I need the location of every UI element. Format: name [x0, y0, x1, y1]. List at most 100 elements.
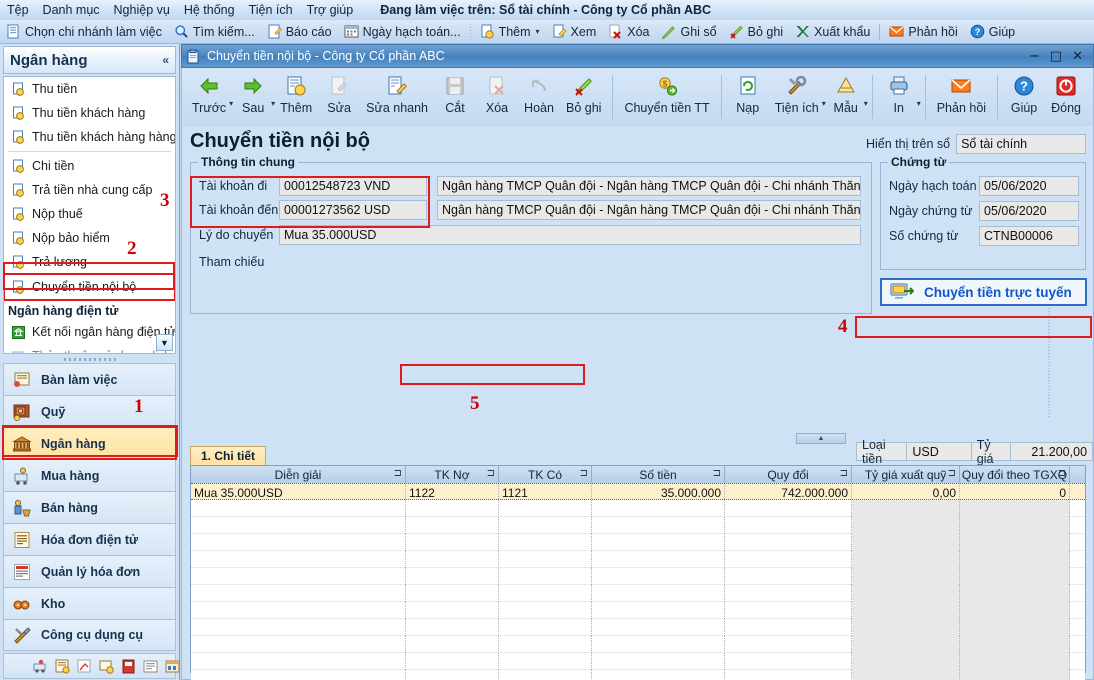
- toolbar-branch-button[interactable]: Chọn chi nhánh làm việc: [0, 20, 168, 44]
- cell-empty[interactable]: [592, 619, 725, 636]
- cell-tk-no[interactable]: 1122: [406, 484, 499, 501]
- tray-icon-7[interactable]: [164, 658, 181, 675]
- chevron-down-icon[interactable]: ▾: [864, 99, 868, 108]
- cell-empty[interactable]: [406, 585, 499, 602]
- toolbar-add-button[interactable]: Thêm ▾: [474, 20, 546, 44]
- toolbar-delete-button[interactable]: Xóa: [602, 20, 655, 44]
- sidebar-item-ket-noi-ngan-hang-dien-tu[interactable]: Kết nối ngân hàng điện tử: [4, 320, 175, 344]
- table-row-empty[interactable]: [191, 585, 1085, 602]
- pin-icon[interactable]: ⊐: [840, 468, 848, 479]
- table-row-empty[interactable]: [191, 619, 1085, 636]
- ribbon-button-bo-ghi[interactable]: Bỏ ghi: [560, 72, 607, 124]
- cell-empty[interactable]: [499, 500, 592, 517]
- table-row-empty[interactable]: [191, 568, 1085, 585]
- pin-icon[interactable]: ⊐: [394, 468, 402, 479]
- sidebar-nav-ban-lam-viec[interactable]: Bàn làm việc: [3, 363, 176, 395]
- menu-item-tro-giup[interactable]: Trợ giúp: [300, 0, 361, 20]
- cell-empty[interactable]: [499, 619, 592, 636]
- cell-empty[interactable]: [725, 500, 852, 517]
- cell-empty[interactable]: [1070, 500, 1085, 517]
- cell-empty[interactable]: [191, 517, 406, 534]
- cell-empty[interactable]: [499, 568, 592, 585]
- chevron-down-icon[interactable]: ▾: [536, 27, 540, 36]
- sidebar-nav-ngan-hang[interactable]: Ngân hàng: [2, 426, 177, 460]
- cell-dien-giai[interactable]: Mua 35.000USD: [191, 484, 406, 501]
- collapse-panel-button[interactable]: ▲: [796, 433, 846, 444]
- ribbon-button-sau[interactable]: Sau ▾: [232, 72, 275, 124]
- cell-empty[interactable]: [499, 602, 592, 619]
- grid-col-so-tien[interactable]: Số tiền ⊐: [592, 466, 725, 483]
- cell-tk-co[interactable]: 1121: [499, 484, 592, 501]
- ribbon-button-giup[interactable]: ? Giúp: [1003, 72, 1045, 124]
- sidebar-item-tra-tien-nha-cung-cap[interactable]: Trả tiền nhà cung cấp: [4, 178, 175, 202]
- ribbon-button-mau[interactable]: Mẫu ▾: [825, 72, 868, 124]
- grid-col-quy-doi[interactable]: Quy đổi ⊐: [725, 466, 852, 483]
- cell-empty[interactable]: [592, 517, 725, 534]
- cell-empty[interactable]: [725, 653, 852, 670]
- cell-empty[interactable]: [960, 551, 1070, 568]
- pin-icon[interactable]: ⊐: [580, 468, 588, 479]
- toolbar-report-button[interactable]: Báo cáo: [261, 20, 338, 44]
- cell-empty[interactable]: [406, 551, 499, 568]
- toolbar-post-button[interactable]: Ghi sổ: [655, 20, 722, 44]
- ribbon-button-nap[interactable]: Nạp: [727, 72, 769, 124]
- cell-empty[interactable]: [191, 619, 406, 636]
- cell-empty[interactable]: [592, 534, 725, 551]
- ribbon-button-tien-ich[interactable]: Tiện ích ▾: [769, 72, 826, 124]
- cell-empty[interactable]: [191, 534, 406, 551]
- tray-icon-5[interactable]: [120, 658, 137, 675]
- cell-empty[interactable]: [960, 500, 1070, 517]
- collapse-sidebar-icon[interactable]: «: [162, 53, 169, 67]
- cell-empty[interactable]: [499, 517, 592, 534]
- cell-empty[interactable]: [499, 534, 592, 551]
- cell-quy-doi-tgxq[interactable]: 0: [960, 484, 1070, 501]
- cell-empty[interactable]: [191, 653, 406, 670]
- toolbar-unpost-button[interactable]: Bỏ ghi: [723, 20, 789, 44]
- tray-icon-3[interactable]: [76, 658, 93, 675]
- grid-col-dien-giai[interactable]: Diễn giải ⊐: [191, 466, 406, 483]
- cell-empty[interactable]: [852, 500, 960, 517]
- toolbar-accounting-date-button[interactable]: Ngày hạch toán...: [338, 20, 467, 44]
- cell-empty[interactable]: [1070, 517, 1085, 534]
- cell-empty[interactable]: [406, 670, 499, 680]
- table-row-empty[interactable]: [191, 636, 1085, 653]
- sidebar-nav-quan-ly-hoa-don[interactable]: Quản lý hóa đơn: [3, 555, 176, 587]
- cell-empty[interactable]: [725, 602, 852, 619]
- sidebar-item-chuyen-tien-noi-bo[interactable]: Chuyển tiền nội bộ: [4, 273, 175, 301]
- tab-chi-tiet[interactable]: 1. Chi tiết: [190, 446, 267, 465]
- cell-empty[interactable]: [852, 534, 960, 551]
- cell-ty-gia-xuat-quy[interactable]: 0,00: [852, 484, 960, 501]
- sidebar-item-thoa-thuan-su-dung-dich-vu[interactable]: Thỏa thuận sử dụng dịch v...: [4, 344, 175, 353]
- cell-empty[interactable]: [406, 602, 499, 619]
- sidebar-scroll-down-button[interactable]: ▼: [156, 334, 173, 351]
- sidebar-nav-kho[interactable]: Kho: [3, 587, 176, 619]
- tray-icon-6[interactable]: [142, 658, 159, 675]
- pin-icon[interactable]: ⊐: [713, 468, 721, 479]
- maximize-button[interactable]: □: [1050, 50, 1062, 63]
- cell-empty[interactable]: [960, 636, 1070, 653]
- cell-empty[interactable]: [191, 636, 406, 653]
- cell-empty[interactable]: [499, 551, 592, 568]
- cell-empty[interactable]: [592, 568, 725, 585]
- sidebar-splitter-grip[interactable]: [6, 356, 173, 363]
- grid-col-tk-no[interactable]: TK Nợ ⊐: [406, 466, 499, 483]
- sidebar-item-tra-luong[interactable]: Trả lương: [4, 250, 175, 274]
- cell-empty[interactable]: [191, 670, 406, 680]
- cell-empty[interactable]: [960, 568, 1070, 585]
- menu-item-danh-muc[interactable]: Danh mục: [36, 0, 107, 20]
- cell-empty[interactable]: [960, 653, 1070, 670]
- sidebar-item-thu-tien-khach-hang[interactable]: Thu tiền khách hàng: [4, 101, 175, 125]
- cell-empty[interactable]: [960, 619, 1070, 636]
- cell-empty[interactable]: [852, 602, 960, 619]
- table-row-empty[interactable]: [191, 517, 1085, 534]
- grid-col-tk-co[interactable]: TK Có ⊐: [499, 466, 592, 483]
- table-row-empty[interactable]: [191, 551, 1085, 568]
- table-row[interactable]: Mua 35.000USD 1122 1121 35.000.000 742.0…: [191, 483, 1085, 501]
- toolbar-export-button[interactable]: Xuất khẩu: [789, 20, 876, 44]
- pin-icon[interactable]: ⊐: [487, 468, 495, 479]
- cell-empty[interactable]: [499, 653, 592, 670]
- cell-empty[interactable]: [852, 551, 960, 568]
- cell-empty[interactable]: [191, 602, 406, 619]
- account-to-bank[interactable]: Ngân hàng TMCP Quân đội - Ngân hàng TMCP…: [437, 200, 861, 220]
- ribbon-button-sua-nhanh[interactable]: Sửa nhanh: [360, 72, 434, 124]
